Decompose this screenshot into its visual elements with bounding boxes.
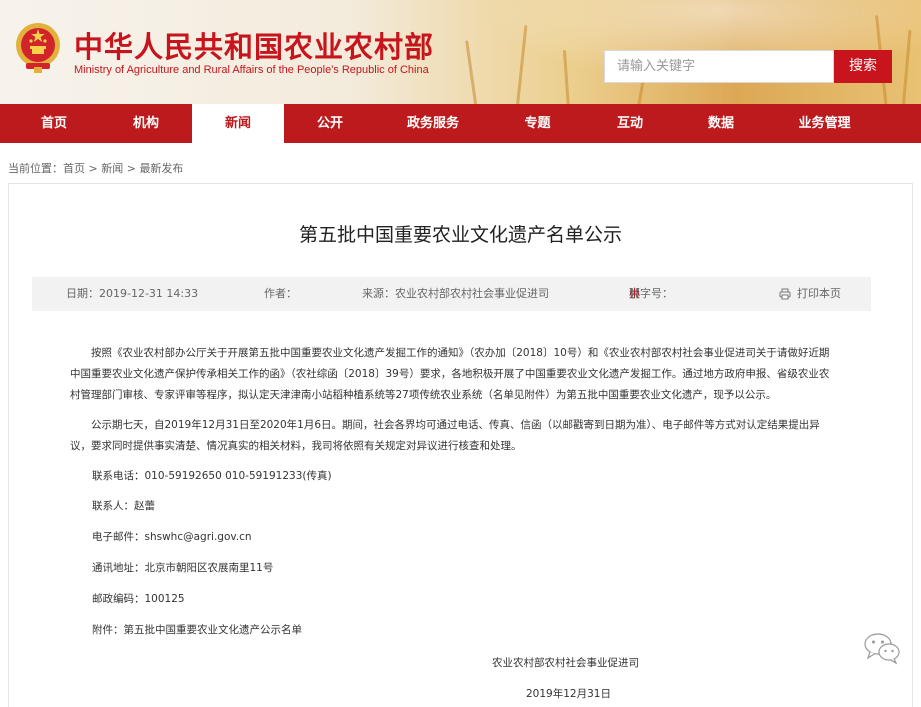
contact-phone: 联系电话：010-59192650 010-59191233(传真) xyxy=(92,470,332,482)
wechat-icon[interactable] xyxy=(862,630,902,666)
printer-icon[interactable] xyxy=(779,288,791,300)
national-emblem-icon xyxy=(16,23,60,73)
main-nav: 首页 机构 新闻 公开 政务服务 专题 互动 数据 业务管理 xyxy=(0,104,921,143)
article-title: 第五批中国重要农业文化遗产名单公示 xyxy=(298,224,622,246)
article-date: 日期：2019-12-31 14:33 xyxy=(66,287,199,300)
contact-person: 联系人：赵蕾 xyxy=(92,500,155,512)
article-meta-bar: 日期：2019-12-31 14:33 作者： 来源：农业农村部农村社会事业促进… xyxy=(32,277,871,311)
contact-address: 通讯地址：北京市朝阳区农展南里11号 xyxy=(92,562,274,574)
signature-org: 农业农村部农村社会事业促进司 xyxy=(492,657,639,669)
breadcrumb-latest[interactable]: 最新发布 xyxy=(139,162,183,175)
nav-item-organization[interactable]: 机构 xyxy=(100,104,192,143)
breadcrumb: 当前位置：首页 > 新闻 > 最新发布 xyxy=(8,160,183,176)
contact-postcode: 邮政编码：100125 xyxy=(92,593,185,605)
nav-item-business[interactable]: 业务管理 xyxy=(767,104,882,143)
nav-item-news[interactable]: 新闻 xyxy=(192,104,284,143)
article-author: 作者： xyxy=(264,287,297,300)
search-button[interactable]: 搜索 xyxy=(834,50,892,83)
article-source: 来源：农业农村部农村社会事业促进司 xyxy=(362,287,549,300)
signature-date: 2019年12月31日 xyxy=(526,688,611,700)
site-subtitle: Ministry of Agriculture and Rural Affair… xyxy=(74,64,429,76)
breadcrumb-separator: > xyxy=(123,162,140,175)
print-page-link[interactable]: 打印本页 xyxy=(797,277,841,311)
nav-item-services[interactable]: 政务服务 xyxy=(376,104,490,143)
header-banner: 中华人民共和国农业农村部 Ministry of Agriculture and… xyxy=(0,0,921,104)
attachment-link[interactable]: 附件：第五批中国重要农业文化遗产公示名单 xyxy=(92,622,302,637)
font-size-end: 】 xyxy=(629,287,640,300)
article-paragraph-1: 按照《农业农村部办公厅关于开展第五批中国重要农业文化遗产发掘工作的通知》（农办加… xyxy=(70,347,830,401)
breadcrumb-home[interactable]: 首页 xyxy=(63,162,85,175)
search-input[interactable] xyxy=(604,50,834,83)
contact-email: 电子邮件：shswhc@agri.gov.cn xyxy=(92,531,252,543)
nav-item-public[interactable]: 公开 xyxy=(284,104,376,143)
nav-item-home[interactable]: 首页 xyxy=(8,104,100,143)
breadcrumb-separator: > xyxy=(85,162,102,175)
breadcrumb-prefix: 当前位置： xyxy=(8,162,63,175)
article-paragraph-2: 公示期七天，自2019年12月31日至2020年1月6日。期间，社会各界均可通过… xyxy=(70,419,820,452)
nav-item-data[interactable]: 数据 xyxy=(675,104,767,143)
site-title: 中华人民共和国农业农村部 xyxy=(74,30,435,64)
nav-item-interaction[interactable]: 互动 xyxy=(585,104,675,143)
breadcrumb-news[interactable]: 新闻 xyxy=(101,162,123,175)
nav-item-topics[interactable]: 专题 xyxy=(490,104,585,143)
